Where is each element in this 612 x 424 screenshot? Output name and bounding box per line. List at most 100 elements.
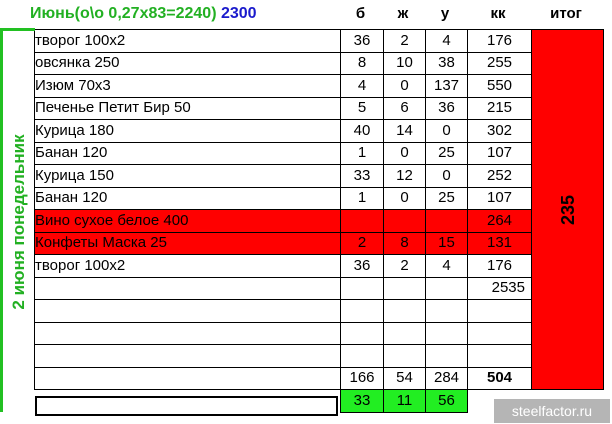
food-cell[interactable]: Курица 150 xyxy=(34,164,341,188)
zh-cell[interactable] xyxy=(383,276,426,300)
u-cell[interactable]: 15 xyxy=(425,231,468,255)
u-cell[interactable] xyxy=(425,209,468,233)
food-cell[interactable] xyxy=(34,366,341,390)
food-cell[interactable] xyxy=(34,321,341,345)
b-cell[interactable]: 40 xyxy=(340,119,384,143)
table-row: 2 июня понедельник творог 100х2 36 2 4 1… xyxy=(0,28,604,412)
day-label: 2 июня понедельник xyxy=(8,133,28,310)
food-cell[interactable]: Банан 120 xyxy=(34,141,341,165)
col-header-b: б xyxy=(355,5,366,22)
zh-cell[interactable]: 14 xyxy=(383,119,426,143)
b-cell[interactable]: 8 xyxy=(340,51,384,75)
b-cell[interactable]: 1 xyxy=(340,186,384,210)
u-cell[interactable]: 0 xyxy=(425,119,468,143)
u-percent-cell[interactable]: 56 xyxy=(425,389,468,413)
u-cell[interactable]: 36 xyxy=(425,96,468,120)
active-cell-input[interactable] xyxy=(35,396,338,416)
u-cell[interactable]: 137 xyxy=(425,74,468,98)
zh-cell[interactable] xyxy=(383,344,426,368)
zh-cell[interactable]: 0 xyxy=(383,74,426,98)
table-row xyxy=(2,344,604,368)
b-cell[interactable] xyxy=(340,276,384,300)
food-cell[interactable]: Курица 180 xyxy=(34,119,341,143)
b-cell[interactable] xyxy=(340,321,384,345)
kk-cell[interactable]: 550 xyxy=(467,74,532,98)
food-cell[interactable]: овсянка 250 xyxy=(34,51,341,75)
b-cell[interactable]: 36 xyxy=(340,254,384,278)
kk-cell[interactable] xyxy=(467,321,532,345)
food-cell[interactable]: Вино сухое белое 400 xyxy=(34,209,341,233)
zh-percent-cell[interactable]: 11 xyxy=(383,389,426,413)
zh-cell[interactable]: 2 xyxy=(383,254,426,278)
kk-cell[interactable]: 107 xyxy=(467,186,532,210)
kk-cell[interactable]: 255 xyxy=(467,51,532,75)
u-cell[interactable] xyxy=(425,276,468,300)
b-cell[interactable]: 1 xyxy=(340,141,384,165)
u-total-cell[interactable]: 284 xyxy=(425,366,468,390)
b-total-cell[interactable]: 166 xyxy=(340,366,384,390)
food-cell[interactable]: Изюм 70х3 xyxy=(34,74,341,98)
u-cell[interactable]: 4 xyxy=(425,29,468,53)
food-cell[interactable] xyxy=(34,299,341,323)
zh-cell[interactable] xyxy=(383,209,426,233)
zh-total-cell[interactable]: 54 xyxy=(383,366,426,390)
u-cell[interactable]: 0 xyxy=(425,164,468,188)
zh-cell[interactable] xyxy=(383,321,426,345)
table-row: овсянка 250 8 10 38 255 xyxy=(2,51,604,75)
u-cell[interactable] xyxy=(425,299,468,323)
table-row xyxy=(2,321,604,345)
b-cell[interactable]: 33 xyxy=(340,164,384,188)
b-cell[interactable] xyxy=(340,344,384,368)
title-target: 2300 xyxy=(220,5,257,22)
b-cell[interactable]: 5 xyxy=(340,96,384,120)
food-cell[interactable]: творог 100х2 xyxy=(34,254,341,278)
col-header-zh: ж xyxy=(397,5,409,22)
u-cell[interactable]: 4 xyxy=(425,254,468,278)
total-cell[interactable]: 235 xyxy=(531,29,604,390)
food-cell[interactable]: Печенье Петит Бир 50 xyxy=(34,96,341,120)
food-cell[interactable] xyxy=(34,344,341,368)
food-cell[interactable] xyxy=(34,276,341,300)
table-row xyxy=(2,299,604,323)
zh-cell[interactable]: 0 xyxy=(383,186,426,210)
u-cell[interactable] xyxy=(425,321,468,345)
u-cell[interactable]: 38 xyxy=(425,51,468,75)
kk-cell[interactable]: 176 xyxy=(467,254,532,278)
b-cell[interactable]: 2 xyxy=(340,231,384,255)
kk-cell[interactable] xyxy=(467,299,532,323)
col-header-u: у xyxy=(440,5,450,22)
zh-cell[interactable]: 10 xyxy=(383,51,426,75)
zh-cell[interactable]: 8 xyxy=(383,231,426,255)
b-cell[interactable] xyxy=(340,299,384,323)
kk-cell[interactable]: 176 xyxy=(467,29,532,53)
zh-cell[interactable]: 6 xyxy=(383,96,426,120)
col-header-itog: итог xyxy=(550,5,582,22)
zh-cell[interactable]: 12 xyxy=(383,164,426,188)
food-cell[interactable]: творог 100х2 xyxy=(34,29,341,53)
kk-cell[interactable]: 107 xyxy=(467,141,532,165)
table-row: 2535 xyxy=(2,276,604,300)
zh-cell[interactable] xyxy=(383,299,426,323)
u-cell[interactable]: 25 xyxy=(425,186,468,210)
b-cell[interactable]: 36 xyxy=(340,29,384,53)
kk-cell[interactable]: 302 xyxy=(467,119,532,143)
kk-cell[interactable]: 131 xyxy=(467,231,532,255)
table-row: Курица 150 33 12 0 252 xyxy=(2,164,604,188)
b-cell[interactable]: 4 xyxy=(340,74,384,98)
food-cell[interactable]: Банан 120 xyxy=(34,186,341,210)
b-percent-cell[interactable]: 33 xyxy=(340,389,384,413)
u-cell[interactable] xyxy=(425,344,468,368)
kk-sum-cell[interactable]: 2535 xyxy=(467,276,532,300)
zh-cell[interactable]: 2 xyxy=(383,29,426,53)
kk-cell[interactable]: 252 xyxy=(467,164,532,188)
kk-cell[interactable] xyxy=(467,344,532,368)
kk-cell[interactable]: 215 xyxy=(467,96,532,120)
kk-total-cell[interactable]: 504 xyxy=(467,366,532,390)
kk-cell[interactable]: 264 xyxy=(467,209,532,233)
u-cell[interactable]: 25 xyxy=(425,141,468,165)
title-main: Июнь(о\о 0,27х83=2240) xyxy=(30,5,217,22)
nutrition-table: 2 июня понедельник творог 100х2 36 2 4 1… xyxy=(0,28,604,413)
zh-cell[interactable]: 0 xyxy=(383,141,426,165)
b-cell[interactable] xyxy=(340,209,384,233)
food-cell[interactable]: Конфеты Маска 25 xyxy=(34,231,341,255)
